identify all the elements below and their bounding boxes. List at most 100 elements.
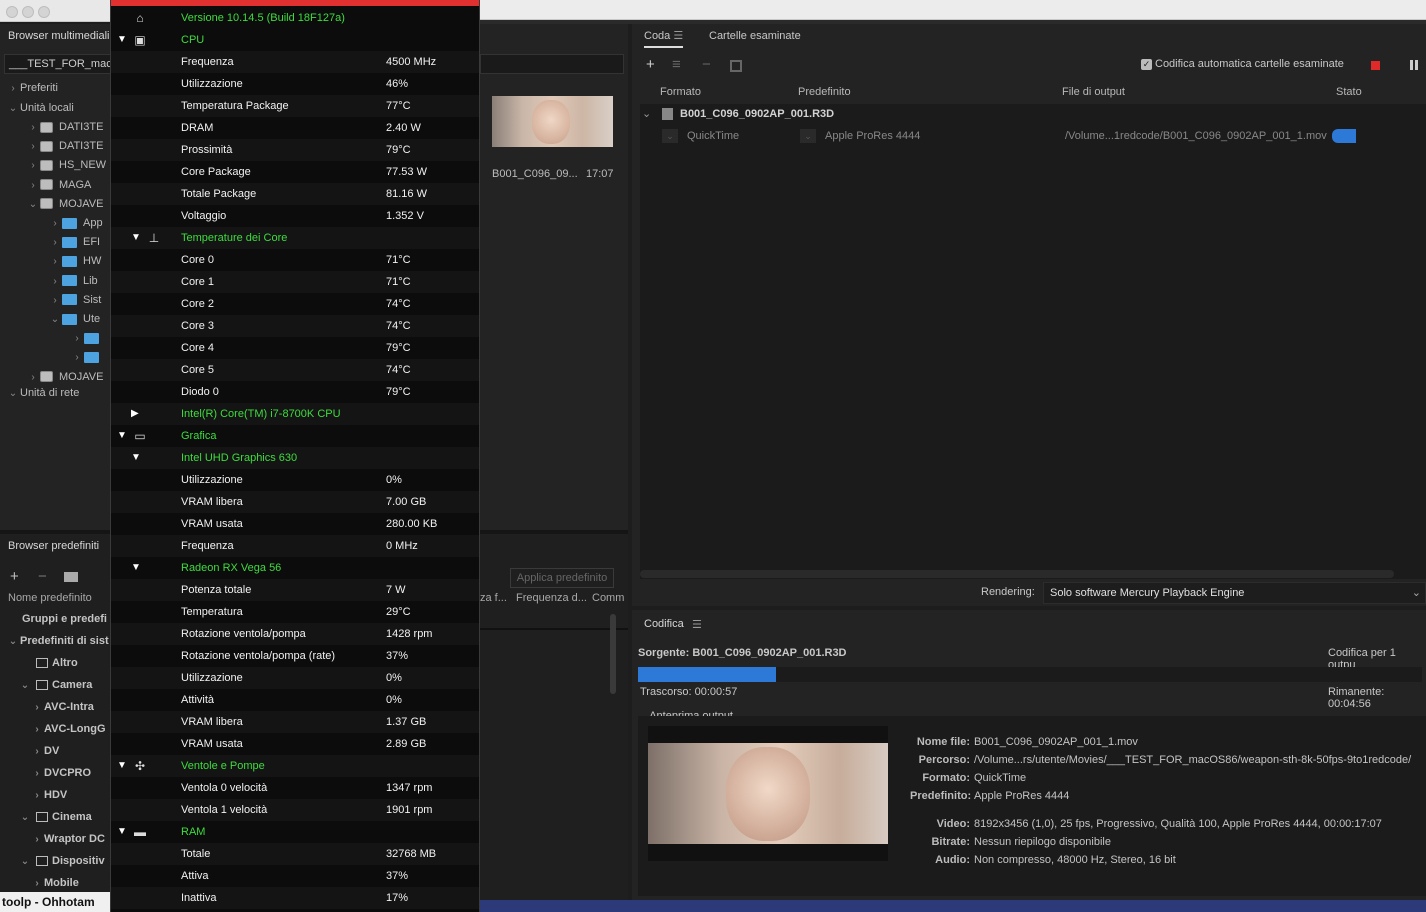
hw-section-row[interactable]: ▼ ▬ RAM <box>111 821 479 843</box>
disclosure-right-icon[interactable]: ▶ <box>131 403 139 425</box>
tree-item[interactable]: › Sist <box>48 291 101 310</box>
hw-sensor-row[interactable]: Utilizzazione 0% <box>111 667 479 689</box>
queue-output-row[interactable]: ⌄ QuickTime ⌄ Apple ProRes 4444 /Volume.… <box>640 126 1426 146</box>
minimize-window-button[interactable] <box>22 6 34 18</box>
horizontal-scrollbar[interactable] <box>640 570 1394 578</box>
chevron-down-icon[interactable]: ⌄ <box>6 631 20 653</box>
disclosure-down-icon[interactable]: ▼ <box>131 227 141 249</box>
hw-sensor-row[interactable]: Potenza totale 7 W <box>111 579 479 601</box>
chevron-right-icon[interactable]: › <box>48 214 62 233</box>
hw-sensor-row[interactable]: VRAM libera 1.37 GB <box>111 711 479 733</box>
output-path[interactable]: /Volume...1redcode/B001_C096_0902AP_001_… <box>1065 126 1327 146</box>
disclosure-down-icon[interactable]: ▼ <box>117 755 127 777</box>
scrollbar[interactable] <box>610 614 616 694</box>
hw-section-row[interactable]: ▼ Radeon RX Vega 56 <box>111 557 479 579</box>
remove-icon[interactable]: − <box>702 56 711 73</box>
hw-sensor-row[interactable]: Attività 0% <box>111 689 479 711</box>
preset-item[interactable]: ⌄ Cinema <box>18 806 92 828</box>
preset-item[interactable]: › DVCPRO <box>30 762 91 784</box>
close-window-button[interactable] <box>6 6 18 18</box>
chevron-right-icon[interactable]: › <box>48 272 62 291</box>
disclosure-down-icon[interactable]: ▼ <box>117 821 127 843</box>
preset-item[interactable]: ⌄ Dispositiv <box>18 850 105 872</box>
tree-item[interactable]: › HS_NEW <box>26 156 106 175</box>
apply-preset-button[interactable]: Applica predefinito <box>510 568 614 588</box>
tab-queue[interactable]: Coda ☰ <box>644 24 684 48</box>
hw-sensor-row[interactable]: Utilizzazione 0% <box>111 469 479 491</box>
preset-item[interactable]: › Mobile <box>30 872 79 894</box>
hw-section-row[interactable]: ▼ Intel UHD Graphics 630 <box>111 447 479 469</box>
chevron-right-icon[interactable]: › <box>48 291 62 310</box>
tree-item[interactable]: › MAGA <box>26 176 91 195</box>
hw-section-row[interactable]: ▼ ✣ Ventole e Pompe <box>111 755 479 777</box>
preset-item[interactable]: › AVC-Intra <box>30 696 94 718</box>
hw-sensor-row[interactable]: Temperatura 29°C <box>111 601 479 623</box>
hw-sensor-row[interactable]: Rotazione ventola/pompa 1428 rpm <box>111 623 479 645</box>
clip-thumbnail[interactable] <box>492 96 613 147</box>
tree-item[interactable]: › HW <box>48 252 101 271</box>
chevron-right-icon[interactable]: › <box>26 156 40 175</box>
zoom-window-button[interactable] <box>38 6 50 18</box>
preset-dropdown-icon[interactable]: ⌄ <box>800 129 816 143</box>
tree-item[interactable]: ⌄ MOJAVE <box>26 195 104 214</box>
hw-sensor-row[interactable]: Attiva 37% <box>111 865 479 887</box>
chevron-right-icon[interactable]: › <box>26 137 40 156</box>
tree-item[interactable]: › App <box>48 214 102 233</box>
chevron-right-icon[interactable]: › <box>30 785 44 807</box>
chevron-right-icon[interactable]: › <box>70 329 84 348</box>
hw-sensor-row[interactable]: Inattiva 17% <box>111 887 479 909</box>
hw-sensor-row[interactable]: Diodo 0 79°C <box>111 381 479 403</box>
tree-item[interactable]: › Lib <box>48 272 97 291</box>
remove-preset-icon[interactable]: − <box>38 568 47 585</box>
format-dropdown-icon[interactable]: ⌄ <box>662 129 678 143</box>
chevron-right-icon[interactable]: › <box>30 697 44 719</box>
chevron-right-icon[interactable]: › <box>30 829 44 851</box>
preset-item[interactable]: › DV <box>30 740 59 762</box>
tree-item[interactable]: › DATI3TE <box>26 118 103 137</box>
pause-queue-button[interactable] <box>1410 60 1413 70</box>
hw-sensor-row[interactable]: VRAM libera 7.00 GB <box>111 491 479 513</box>
hw-sensor-row[interactable]: Core 4 79°C <box>111 337 479 359</box>
chevron-right-icon[interactable]: › <box>30 741 44 763</box>
hw-sensor-row[interactable]: Core 3 74°C <box>111 315 479 337</box>
tree-local-units[interactable]: ⌄ Unità locali <box>6 99 74 118</box>
preset-item[interactable]: ⌄ Camera <box>18 674 93 696</box>
tree-item[interactable]: › EFI <box>48 233 100 252</box>
preset-item[interactable]: › HDV <box>30 784 67 806</box>
hw-section-row[interactable]: ▶ Intel(R) Core(TM) i7-8700K CPU <box>111 403 479 425</box>
hw-sensor-row[interactable]: Voltaggio 1.352 V <box>111 205 479 227</box>
output-preset[interactable]: Apple ProRes 4444 <box>825 126 920 146</box>
hw-sensor-row[interactable]: Frequenza 0 MHz <box>111 535 479 557</box>
hw-sensor-row[interactable]: Core 1 71°C <box>111 271 479 293</box>
hw-sensor-row[interactable]: VRAM usata 2.89 GB <box>111 733 479 755</box>
hw-sensor-row[interactable]: VRAM usata 280.00 KB <box>111 513 479 535</box>
tree-network-units[interactable]: ⌄ Unità di rete <box>6 384 80 403</box>
disclosure-down-icon[interactable]: ▼ <box>131 447 141 469</box>
hw-sensor-row[interactable]: Core 0 71°C <box>111 249 479 271</box>
preset-col-comm[interactable]: Comm <box>592 592 624 604</box>
stop-queue-button[interactable] <box>1371 61 1380 70</box>
hw-sensor-row[interactable]: DRAM 2.40 W <box>111 117 479 139</box>
auto-encode-checkbox[interactable]: ✓ <box>1141 59 1152 70</box>
chevron-right-icon[interactable]: › <box>26 176 40 195</box>
rendering-select[interactable]: Solo software Mercury Playback Engine ⌄ <box>1043 582 1426 604</box>
preset-col-name[interactable]: Nome predefinito <box>8 592 92 604</box>
hw-sensor-row[interactable]: Core 5 74°C <box>111 359 479 381</box>
preset-item[interactable]: › AVC-LongG <box>30 718 105 740</box>
hw-sensor-row[interactable]: Ventola 0 velocità 1347 rpm <box>111 777 479 799</box>
hw-section-row[interactable]: ▼ ⊥ Temperature dei Core <box>111 227 479 249</box>
group-icon[interactable] <box>64 572 78 582</box>
settings-icon[interactable]: ≡ <box>672 56 681 73</box>
queue-source-row[interactable]: ⌄ B001_C096_0902AP_001.R3D <box>640 104 1426 124</box>
chevron-down-icon[interactable]: ⌄ <box>18 807 32 829</box>
disclosure-down-icon[interactable]: ▼ <box>117 425 127 447</box>
hw-sensor-row[interactable]: Core Package 77.53 W <box>111 161 479 183</box>
hw-sensor-row[interactable]: Ventola 1 velocità 1901 rpm <box>111 799 479 821</box>
hw-sensor-row[interactable]: Rotazione ventola/pompa (rate) 37% <box>111 645 479 667</box>
chevron-down-icon[interactable]: ⌄ <box>48 310 62 329</box>
tree-item[interactable]: › <box>70 329 105 348</box>
col-format[interactable]: Formato <box>660 86 701 98</box>
chevron-right-icon[interactable]: › <box>70 348 84 367</box>
disclosure-down-icon[interactable]: ▼ <box>131 557 141 579</box>
menu-icon[interactable]: ☰ <box>692 618 702 631</box>
